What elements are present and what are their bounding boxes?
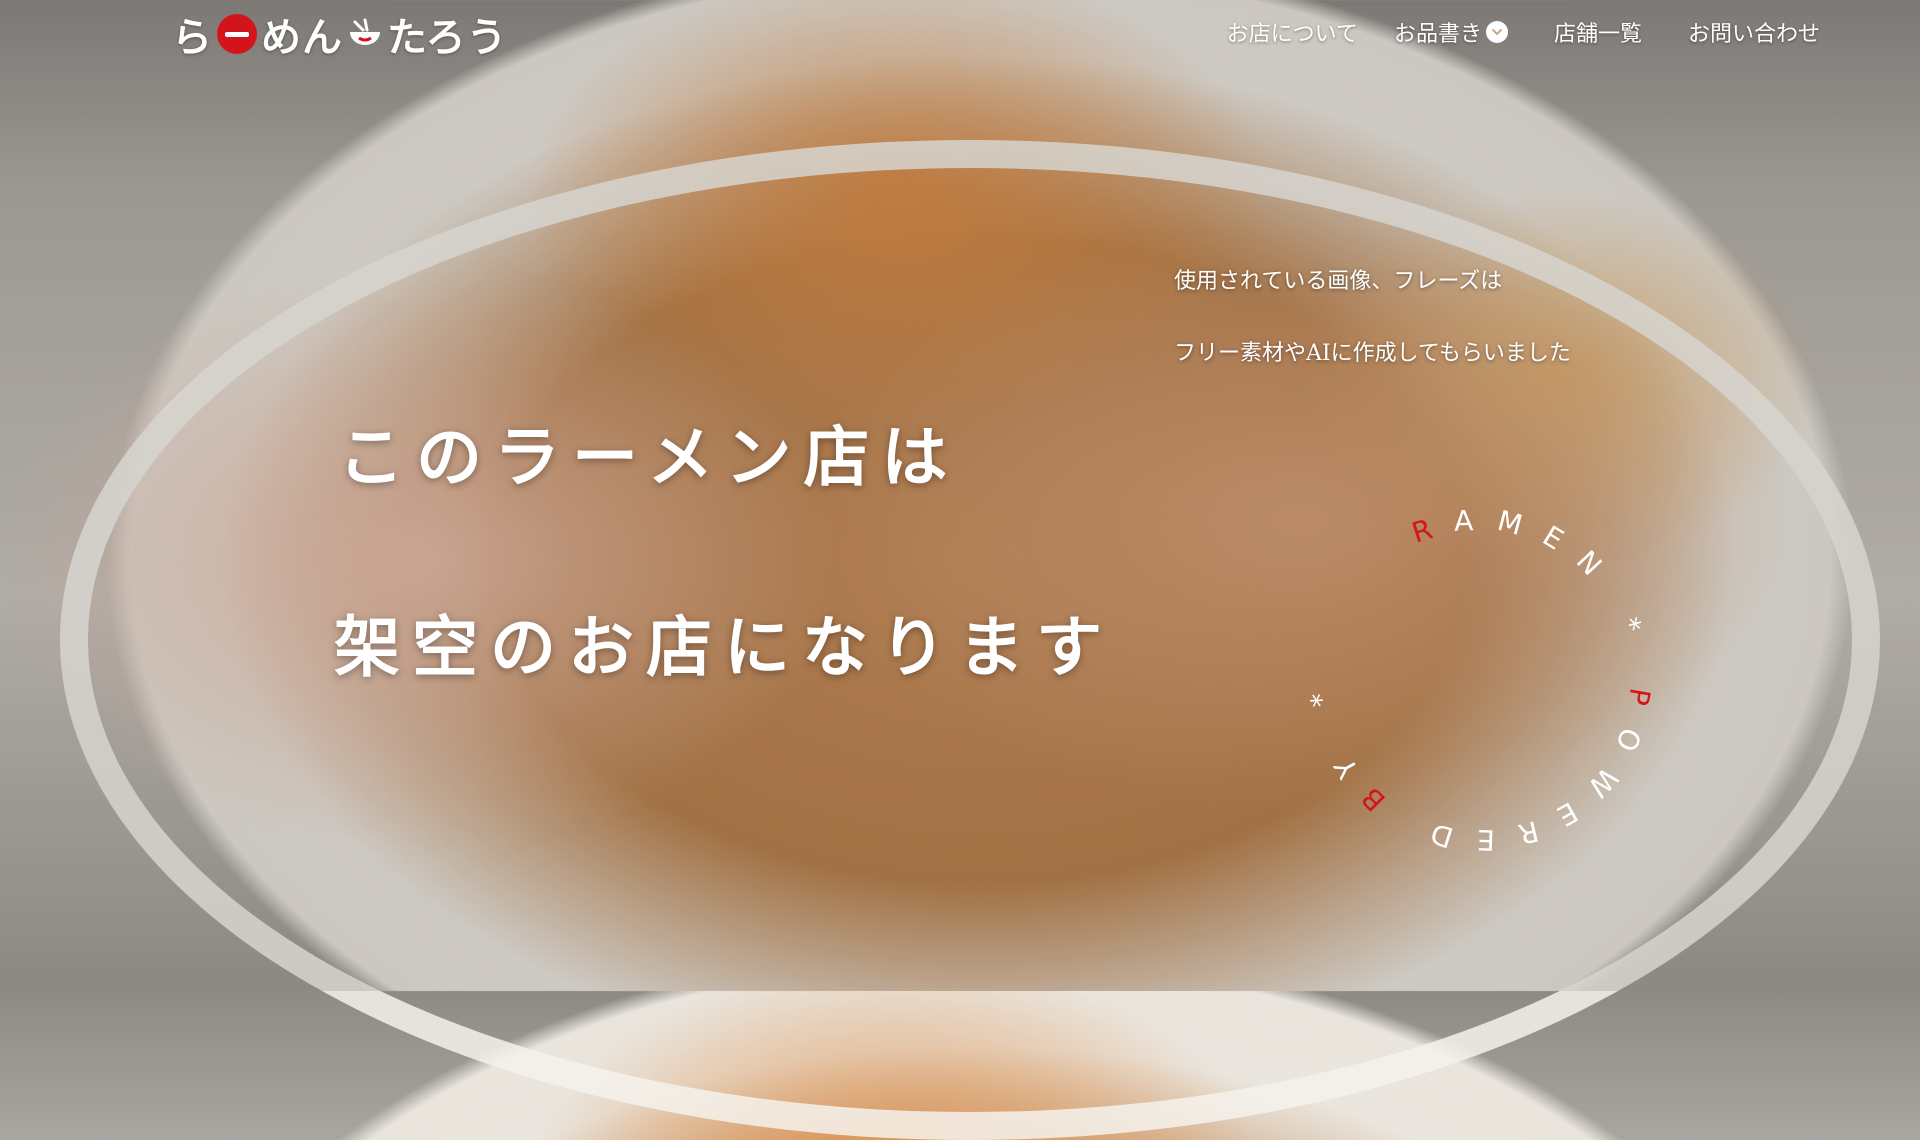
main-nav: お店について お品書き 店舗一覧 お問い合わせ (1227, 16, 1820, 48)
hero-line-1: このラーメン店は (338, 418, 960, 496)
nav-menu-label: お品書き (1393, 22, 1482, 47)
badge-text: RAME N * P O WERED BY * (1303, 503, 1656, 856)
badge-char: P (1617, 686, 1656, 730)
nav-stores[interactable]: 店舗一覧 (1554, 16, 1642, 48)
notice-line-2: フリー素材やAIに作成してもらいました (1174, 341, 1571, 366)
badge-char (1622, 654, 1657, 687)
ramen-bowl-icon (350, 18, 380, 45)
nav-stores-label: 店舗一覧 (1553, 22, 1642, 47)
logo-red-circle-icon (217, 14, 257, 54)
badge-char: E (1455, 822, 1496, 856)
badge-char: D (1406, 810, 1458, 855)
nav-about-label: お店について (1226, 22, 1358, 47)
logo-text-part3: たろう (387, 14, 508, 61)
badge-char: * (1303, 670, 1338, 708)
image-credit-notice: 使用されている画像、フレーズは フリー素材やAIに作成してもらいました (1174, 246, 1571, 390)
logo-text-part1: ら (172, 14, 213, 61)
hero-line-2: 架空のお店になります (334, 608, 1114, 686)
site-logo[interactable]: ら めん たろう (172, 10, 508, 61)
badge-char: M (1494, 504, 1547, 548)
badge-char: R (1494, 814, 1542, 856)
notice-line-1: 使用されている画像、フレーズは (1174, 269, 1503, 294)
nav-contact[interactable]: お問い合わせ (1688, 16, 1820, 48)
nav-menu[interactable]: お品書き (1394, 16, 1508, 48)
nav-contact-label: お問い合わせ (1687, 22, 1820, 47)
chevron-down-icon[interactable] (1485, 21, 1508, 43)
badge-char: A (1454, 503, 1496, 537)
badge-char: R (1408, 506, 1456, 550)
logo-text-part2: めん (261, 14, 343, 61)
nav-about[interactable]: お店について (1227, 16, 1358, 48)
site-header: ら めん たろう お店について お品書き 店舗一覧 お問い合わせ (0, 0, 1920, 70)
rotating-badge: RAME N * P O WERED BY * (1303, 503, 1656, 856)
